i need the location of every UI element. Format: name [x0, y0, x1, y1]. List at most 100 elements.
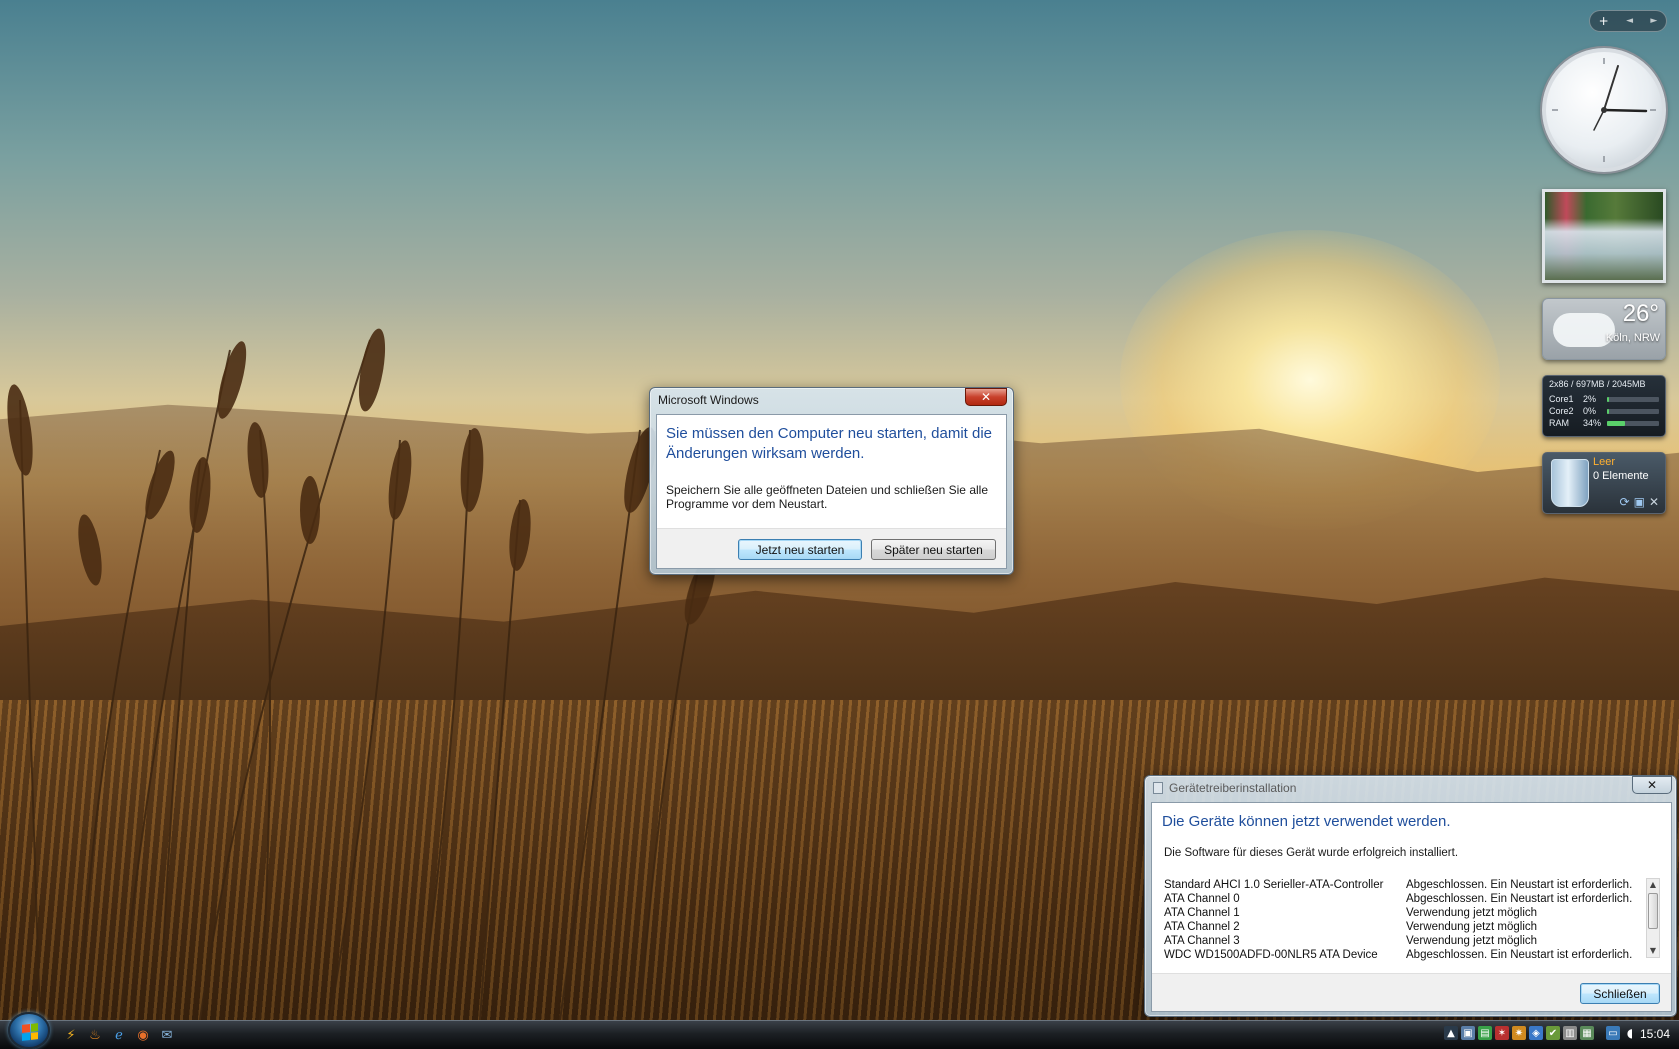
- tray-app-icon[interactable]: ▦: [1580, 1026, 1594, 1040]
- driver-dialog-message: Die Software für dieses Gerät wurde erfo…: [1164, 847, 1459, 859]
- tray-app-icon[interactable]: ✶: [1495, 1026, 1509, 1040]
- device-status: Verwendung jetzt möglich: [1406, 921, 1538, 933]
- device-status: Verwendung jetzt möglich: [1406, 907, 1538, 919]
- cpu-row-label: RAM: [1549, 418, 1569, 428]
- tray-app-icon[interactable]: ▤: [1478, 1026, 1492, 1040]
- restart-dialog: Microsoft Windows ✕ Sie müssen den Compu…: [649, 387, 1014, 575]
- device-status: Verwendung jetzt möglich: [1406, 935, 1538, 947]
- recycle-bin-gadget[interactable]: Leer 0 Elemente ⟳ ▣ ✕: [1542, 452, 1666, 514]
- tray-app-icon[interactable]: ✔: [1546, 1026, 1560, 1040]
- cpu-row-ram: RAM 34%: [1549, 417, 1659, 429]
- cpu-row-value: 2%: [1583, 394, 1597, 404]
- recycle-bin-icon: [1551, 459, 1589, 507]
- taskbar-clock[interactable]: 15:04: [1640, 1027, 1670, 1041]
- restart-dialog-title: Microsoft Windows: [658, 393, 759, 407]
- firefox-icon[interactable]: ◉: [134, 1026, 152, 1044]
- list-item: ATA Channel 2 Verwendung jetzt möglich: [1164, 920, 1634, 934]
- device-name: ATA Channel 3: [1164, 935, 1240, 947]
- cpu-row-value: 34%: [1583, 418, 1602, 428]
- cpu-row-label: Core2: [1549, 406, 1574, 416]
- tray-app-icon[interactable]: ▣: [1461, 1026, 1475, 1040]
- device-name: ATA Channel 2: [1164, 921, 1240, 933]
- scroll-up-icon[interactable]: ▲: [1647, 879, 1659, 891]
- cpu-row-value: 0%: [1583, 406, 1597, 416]
- recycle-bin-count: 0 Elemente: [1593, 470, 1649, 482]
- restart-now-button[interactable]: Jetzt neu starten: [738, 539, 862, 560]
- wallpaper-grass-stalks: [7, 328, 716, 1020]
- ram-usage-fill: [1607, 420, 1625, 426]
- network-icon[interactable]: ▭: [1606, 1026, 1620, 1040]
- quick-launch: ⚡ ♨ ℯ ◉ ✉: [62, 1026, 176, 1044]
- slideshow-gadget[interactable]: [1542, 189, 1666, 283]
- device-name: ATA Channel 0: [1164, 893, 1240, 905]
- cpu-row-core2: Core2 0%: [1549, 405, 1659, 417]
- clock-face-icon: [1552, 58, 1656, 162]
- device-status: Abgeschlossen. Ein Neustart ist erforder…: [1406, 893, 1633, 905]
- ram-usage-bar: [1607, 420, 1659, 426]
- tray-app-icon[interactable]: ▥: [1563, 1026, 1577, 1040]
- list-item: ATA Channel 3 Verwendung jetzt möglich: [1164, 934, 1634, 948]
- tray-app-icon[interactable]: ✷: [1512, 1026, 1526, 1040]
- nero-icon[interactable]: ♨: [86, 1026, 104, 1044]
- driver-dialog-heading: Die Geräte können jetzt verwendet werden…: [1162, 813, 1451, 830]
- gadget-next-button[interactable]: ►: [1650, 16, 1657, 26]
- weather-gadget[interactable]: 26° Köln, NRW: [1542, 298, 1666, 360]
- recycle-bin-actions: ⟳ ▣ ✕: [1620, 495, 1659, 509]
- list-item: WDC WD1500ADFD-00NLR5 ATA Device Abgeschl…: [1164, 948, 1634, 961]
- winamp-icon[interactable]: ⚡: [62, 1026, 80, 1044]
- close-button[interactable]: Schließen: [1580, 983, 1660, 1004]
- weather-city: Köln, NRW: [1605, 332, 1660, 344]
- restart-dialog-footer: Jetzt neu starten Später neu starten: [657, 528, 1006, 568]
- gadget-toolbar: + ◄ ►: [1589, 10, 1667, 32]
- cpu-usage-fill: [1607, 408, 1609, 414]
- scroll-down-icon[interactable]: ▼: [1647, 945, 1659, 957]
- restart-dialog-body: Sie müssen den Computer neu starten, dam…: [656, 414, 1007, 569]
- driver-dialog-body: Die Geräte können jetzt verwendet werden…: [1151, 802, 1672, 1012]
- driver-dialog-close-x-button[interactable]: ✕: [1632, 776, 1672, 794]
- restart-dialog-message: Speichern Sie alle geöffneten Dateien un…: [666, 483, 988, 511]
- cpu-meter-gadget[interactable]: 2x86 / 697MB / 2045MB Core1 2% Core2 0% …: [1542, 375, 1666, 437]
- list-item: ATA Channel 0 Abgeschlossen. Ein Neustart…: [1164, 892, 1634, 906]
- cpu-row-label: Core1: [1549, 394, 1574, 404]
- device-list-scrollbar[interactable]: ▲ ▼: [1646, 878, 1660, 958]
- device-status: Abgeschlossen. Ein Neustart ist erforder…: [1406, 879, 1633, 891]
- messenger-icon[interactable]: ✉: [158, 1026, 176, 1044]
- restart-dialog-close-button[interactable]: ✕: [965, 388, 1007, 406]
- scroll-thumb[interactable]: [1648, 893, 1658, 929]
- device-list[interactable]: Standard AHCI 1.0 Serieller-ATA-Controll…: [1164, 878, 1634, 961]
- windows-logo-icon: [22, 1023, 38, 1041]
- system-tray: ▲ ▣ ▤ ✶ ✷ ◈ ✔ ▥ ▦ ▭ ◖: [1444, 1026, 1637, 1040]
- driver-dialog-title-text: Gerätetreiberinstallation: [1169, 781, 1297, 795]
- tray-app-icon[interactable]: ◈: [1529, 1026, 1543, 1040]
- recycle-bin-status: Leer: [1593, 456, 1616, 468]
- weather-temperature: 26°: [1622, 300, 1659, 327]
- list-item: Standard AHCI 1.0 Serieller-ATA-Controll…: [1164, 878, 1634, 892]
- cpu-usage-fill: [1607, 396, 1609, 402]
- device-icon: [1153, 782, 1163, 794]
- taskbar: [0, 1020, 1679, 1049]
- device-name: Standard AHCI 1.0 Serieller-ATA-Controll…: [1164, 879, 1384, 891]
- refresh-icon[interactable]: ⟳: [1620, 495, 1630, 509]
- restart-dialog-heading: Sie müssen den Computer neu starten, dam…: [666, 425, 993, 462]
- add-gadget-button[interactable]: +: [1599, 14, 1609, 28]
- driver-dialog-title: Gerätetreiberinstallation: [1153, 781, 1296, 795]
- gadget-prev-button[interactable]: ◄: [1626, 16, 1633, 26]
- tray-expand-icon[interactable]: ▲: [1444, 1026, 1458, 1040]
- driver-install-dialog: Gerätetreiberinstallation ✕ Die Geräte k…: [1144, 775, 1677, 1017]
- cpu-row-core1: Core1 2%: [1549, 393, 1659, 405]
- driver-dialog-footer: Schließen: [1152, 973, 1671, 1011]
- start-button[interactable]: [8, 1012, 50, 1049]
- clock-gadget[interactable]: [1542, 48, 1666, 172]
- cpu-usage-bar: [1607, 396, 1659, 402]
- volume-icon[interactable]: ◖: [1623, 1026, 1637, 1040]
- device-name: WDC WD1500ADFD-00NLR5 ATA Device: [1164, 949, 1378, 961]
- restart-later-button[interactable]: Später neu starten: [871, 539, 996, 560]
- cpu-meter-header: 2x86 / 697MB / 2045MB: [1549, 379, 1646, 389]
- internet-explorer-icon[interactable]: ℯ: [110, 1026, 128, 1044]
- device-name: ATA Channel 1: [1164, 907, 1240, 919]
- device-status: Abgeschlossen. Ein Neustart ist erforder…: [1406, 949, 1633, 961]
- empty-bin-icon[interactable]: ✕: [1649, 495, 1659, 509]
- open-bin-icon[interactable]: ▣: [1634, 495, 1645, 509]
- cpu-usage-bar: [1607, 408, 1659, 414]
- list-item: ATA Channel 1 Verwendung jetzt möglich: [1164, 906, 1634, 920]
